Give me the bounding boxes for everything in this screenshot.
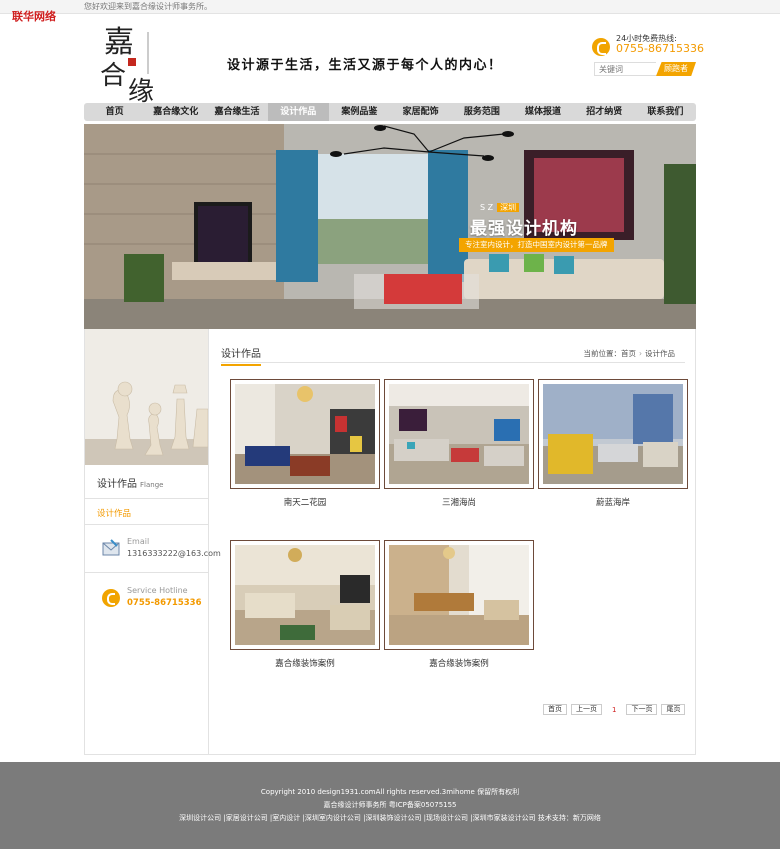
nav-item-jobs[interactable]: 招才纳贤: [574, 103, 635, 121]
phone-icon: [592, 38, 610, 56]
phone-icon: [102, 589, 120, 607]
work-thumbnail[interactable]: [538, 379, 688, 489]
header: 嘉 合 缘 设计源于生活，生活又源于每个人的内心！ 24小时免费热线: 0755…: [84, 14, 704, 104]
work-caption[interactable]: 蔚蓝海岸: [538, 496, 688, 508]
svg-text:合: 合: [100, 61, 126, 91]
work-thumbnail[interactable]: [384, 540, 534, 650]
work-thumbnail[interactable]: [384, 379, 534, 489]
work-caption[interactable]: 嘉合缘装饰案例: [384, 657, 534, 669]
breadcrumb-current: 设计作品: [645, 349, 675, 358]
next-page-button[interactable]: 下一页: [626, 704, 658, 715]
sidebar-image: [85, 329, 208, 465]
prev-page-button[interactable]: 上一页: [571, 704, 602, 715]
nav-item-services[interactable]: 服务范围: [451, 103, 512, 121]
first-page-button[interactable]: 首页: [543, 704, 567, 715]
work-thumbnail[interactable]: [230, 540, 380, 650]
divider: [85, 572, 208, 573]
banner-title: 最强设计机构: [470, 219, 578, 239]
banner-subtitle: 专注室内设计，打造中国室内设计第一品牌: [459, 238, 614, 252]
search-button[interactable]: 顾跑者: [656, 62, 696, 76]
nav-item-media[interactable]: 媒体报道: [512, 103, 573, 121]
chevron-right-icon: ›: [639, 349, 642, 358]
banner-tag: S Z 深圳: [480, 202, 520, 213]
footer-company: 嘉合缘设计师事务所 粤ICP备案05075155: [323, 801, 457, 809]
search-box: 顾跑者: [594, 62, 696, 76]
banner-tag-prefix: S Z: [480, 203, 494, 212]
hotline-number: 0755-86715336: [616, 42, 704, 55]
main-content: 设计作品 当前位置：首页 › 设计作品 南天二花园 三湘海尚 蔚蓝海岸 嘉合缘装…: [221, 329, 688, 754]
footer-copyright: Copyright 2010 design1931.comAll rights …: [260, 788, 520, 796]
last-page-button[interactable]: 尾页: [661, 704, 686, 715]
main-nav: 首页 嘉合缘文化 嘉合缘生活 设计作品 案例品鉴 家居配饰 服务范围 媒体报道 …: [84, 103, 696, 121]
email-label: Email: [127, 537, 150, 546]
sidebar-title-cn: 设计作品: [97, 479, 137, 490]
breadcrumb-label: 当前位置：: [583, 349, 622, 358]
svg-text:嘉: 嘉: [104, 25, 134, 60]
work-card[interactable]: 嘉合缘装饰案例: [230, 540, 380, 669]
service-hotline-label: Service Hotline: [127, 586, 188, 595]
work-card[interactable]: 嘉合缘装饰案例: [384, 540, 534, 669]
sidebar-title-en: Flange: [140, 481, 164, 489]
work-caption[interactable]: 南天二花园: [230, 496, 380, 508]
work-card[interactable]: 南天二花园: [230, 379, 380, 508]
current-page: 1: [612, 705, 617, 714]
nav-item-culture[interactable]: 嘉合缘文化: [145, 103, 206, 121]
work-card[interactable]: 蔚蓝海岸: [538, 379, 688, 508]
service-hotline-value: 0755-86715336: [127, 598, 202, 608]
search-input[interactable]: [594, 62, 656, 76]
breadcrumb-home[interactable]: 首页: [621, 349, 636, 358]
content-area: 设计作品 Flange 设计作品 Email 1316333222@163.com…: [84, 329, 696, 755]
section-header: 设计作品 当前位置：首页 › 设计作品: [221, 345, 685, 366]
work-caption[interactable]: 三湘海尚: [384, 496, 534, 508]
divider: [85, 524, 208, 525]
banner-image: [84, 124, 696, 329]
nav-item-contact[interactable]: 联系我们: [635, 103, 696, 121]
divider: [85, 498, 208, 499]
footer: Copyright 2010 design1931.comAll rights …: [0, 762, 780, 849]
pagination: 首页 上一页 1 下一页 尾页: [543, 704, 686, 715]
footer-links[interactable]: 深圳设计公司 |家居设计公司 |室内设计 |深圳室内设计公司 |深圳装饰设计公司…: [0, 812, 780, 825]
sidebar-title: 设计作品 Flange: [97, 475, 163, 490]
slogan: 设计源于生活，生活又源于每个人的内心！: [227, 58, 503, 73]
nav-item-life[interactable]: 嘉合缘生活: [206, 103, 267, 121]
nav-item-home[interactable]: 首页: [84, 103, 145, 121]
logo[interactable]: 嘉 合 缘: [98, 18, 168, 104]
svg-text:缘: 缘: [128, 77, 154, 104]
email-value[interactable]: 1316333222@163.com: [127, 549, 221, 558]
nav-item-cases[interactable]: 案例品鉴: [329, 103, 390, 121]
section-title: 设计作品: [221, 345, 261, 366]
breadcrumb: 当前位置：首页 › 设计作品: [584, 348, 676, 359]
sidebar-category-link[interactable]: 设计作品: [97, 507, 131, 519]
work-caption[interactable]: 嘉合缘装饰案例: [230, 657, 380, 669]
banner-tag-city: 深圳: [497, 203, 520, 212]
work-thumbnail[interactable]: [230, 379, 380, 489]
work-card[interactable]: 三湘海尚: [384, 379, 534, 508]
sidebar: 设计作品 Flange 设计作品 Email 1316333222@163.com…: [85, 329, 221, 754]
email-icon: [102, 539, 120, 556]
welcome-text: 您好欢迎来到嘉合缘设计师事务所。: [84, 2, 212, 11]
hero-banner[interactable]: S Z 深圳 最强设计机构 专注室内设计，打造中国室内设计第一品牌: [84, 124, 696, 329]
corner-brand: 联华网络: [12, 10, 56, 23]
nav-item-works[interactable]: 设计作品: [267, 103, 329, 121]
nav-item-decor[interactable]: 家居配饰: [390, 103, 451, 121]
top-bar: 您好欢迎来到嘉合缘设计师事务所。: [0, 0, 780, 14]
